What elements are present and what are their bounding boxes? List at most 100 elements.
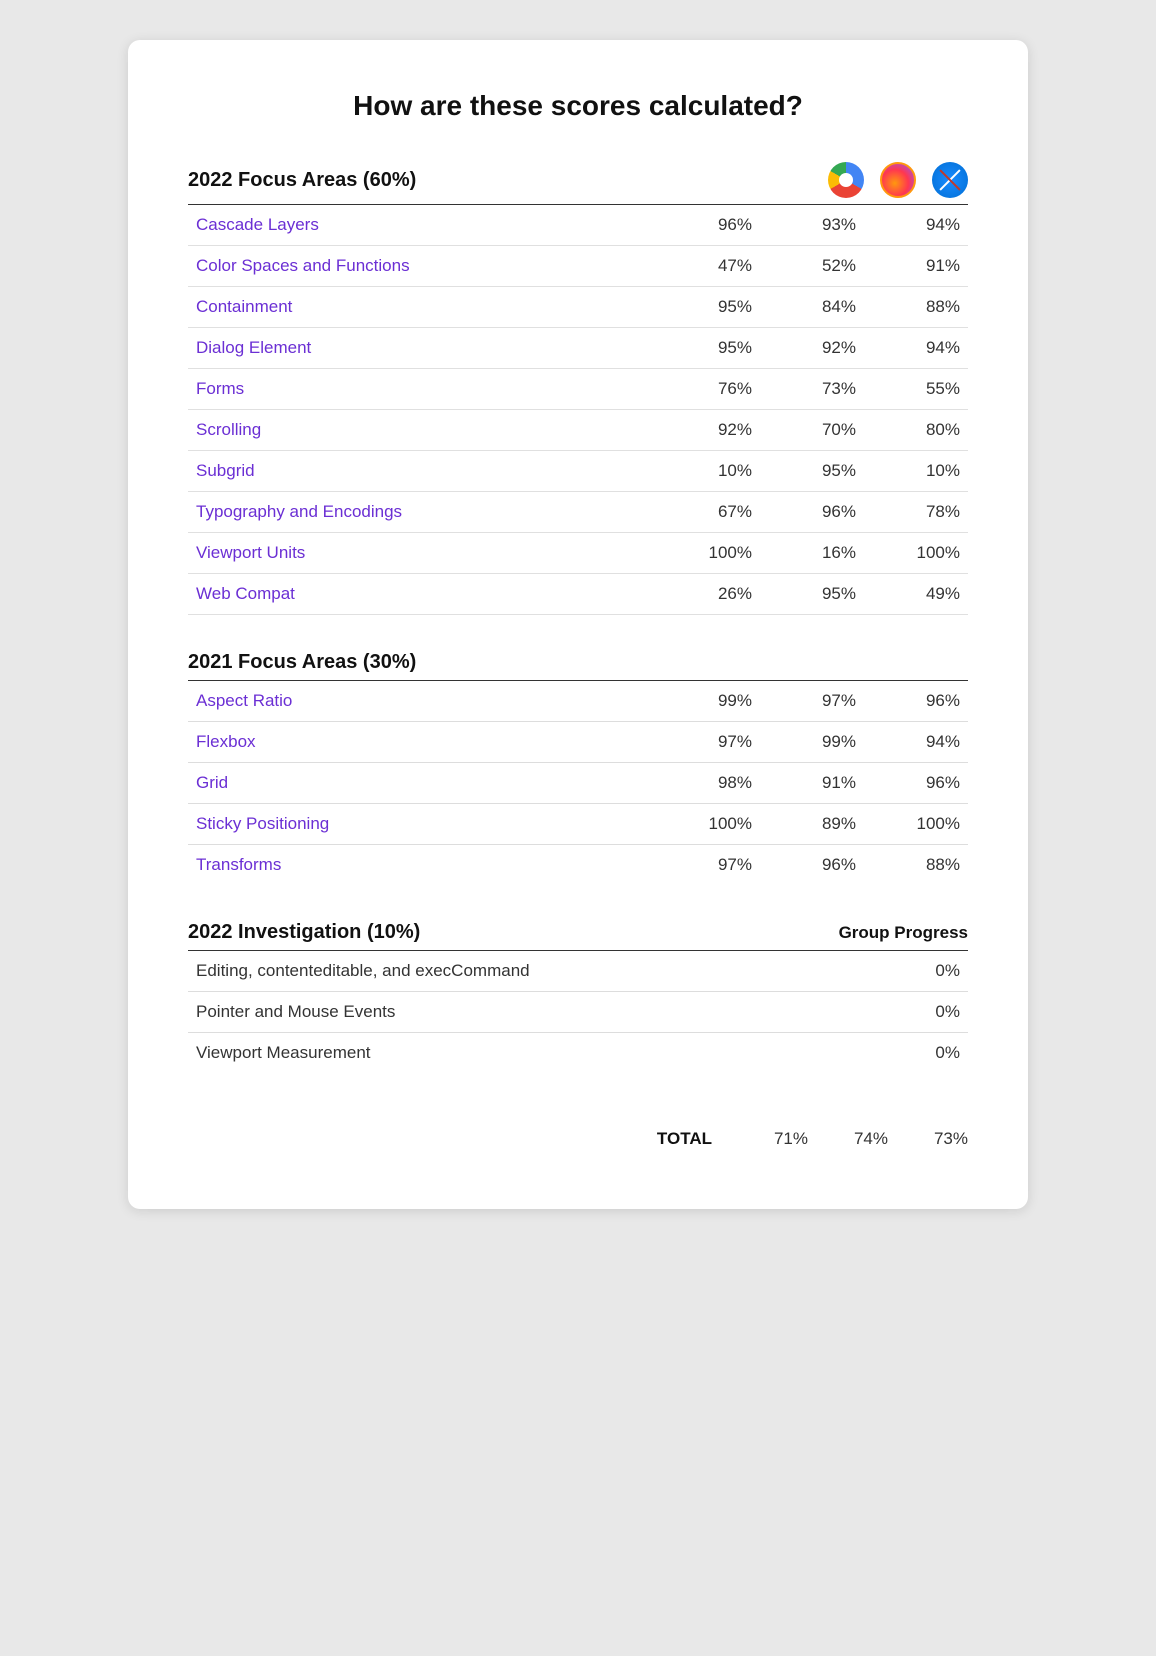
row-value: 94% <box>864 205 968 246</box>
row-value: 95% <box>656 287 760 328</box>
table-row: Color Spaces and Functions47%52%91% <box>188 246 968 287</box>
main-card: How are these scores calculated? 2022 Fo… <box>128 40 1028 1209</box>
chrome-dev-icon <box>828 162 864 198</box>
row-label[interactable]: Subgrid <box>188 451 656 492</box>
row-value: 95% <box>760 574 864 615</box>
row-value: 88% <box>864 287 968 328</box>
page-title: How are these scores calculated? <box>188 90 968 122</box>
row-value: 100% <box>864 804 968 845</box>
row-value: 67% <box>656 492 760 533</box>
table-row: Subgrid10%95%10% <box>188 451 968 492</box>
row-value: 52% <box>760 246 864 287</box>
row-value: 100% <box>656 804 760 845</box>
row-label: Viewport Measurement <box>188 1033 728 1074</box>
table-row: Grid98%91%96% <box>188 763 968 804</box>
table-row: Dialog Element95%92%94% <box>188 328 968 369</box>
row-label[interactable]: Sticky Positioning <box>188 804 656 845</box>
table-row: Typography and Encodings67%96%78% <box>188 492 968 533</box>
table-row: Viewport Measurement 0% <box>188 1033 968 1074</box>
row-value: 100% <box>864 533 968 574</box>
row-value: 26% <box>656 574 760 615</box>
table-row: Transforms97%96%88% <box>188 845 968 886</box>
section-2022-label: 2022 Focus Areas (60%) <box>188 169 708 192</box>
section-2022-focus: 2022 Focus Areas (60%) Cascade Layers96%… <box>188 162 968 615</box>
table-row: Sticky Positioning100%89%100% <box>188 804 968 845</box>
table-row: Forms76%73%55% <box>188 369 968 410</box>
row-label[interactable]: Cascade Layers <box>188 205 656 246</box>
firefox-icon <box>880 162 916 198</box>
row-label[interactable]: Containment <box>188 287 656 328</box>
row-value: 97% <box>760 681 864 722</box>
total-val-1: 71% <box>728 1129 808 1149</box>
row-value: 70% <box>760 410 864 451</box>
row-value: 96% <box>760 845 864 886</box>
investigation-table: Editing, contenteditable, and execComman… <box>188 951 968 1073</box>
table-row: Viewport Units100%16%100% <box>188 533 968 574</box>
section-2022-header-row: 2022 Focus Areas (60%) <box>188 162 968 198</box>
row-value: 78% <box>864 492 968 533</box>
row-label[interactable]: Dialog Element <box>188 328 656 369</box>
row-value: 0% <box>888 951 968 992</box>
row-label[interactable]: Flexbox <box>188 722 656 763</box>
table-row: Web Compat26%95%49% <box>188 574 968 615</box>
row-value: 89% <box>760 804 864 845</box>
row-label[interactable]: Web Compat <box>188 574 656 615</box>
safari-icon <box>932 162 968 198</box>
table-row: Aspect Ratio99%97%96% <box>188 681 968 722</box>
row-value: 16% <box>760 533 864 574</box>
total-val-2: 74% <box>808 1129 888 1149</box>
row-label[interactable]: Typography and Encodings <box>188 492 656 533</box>
row-value: 0% <box>888 1033 968 1074</box>
row-label[interactable]: Transforms <box>188 845 656 886</box>
total-values: 71% 74% 73% <box>728 1129 968 1149</box>
table-row: Flexbox97%99%94% <box>188 722 968 763</box>
row-value: 97% <box>656 722 760 763</box>
row-value: 10% <box>864 451 968 492</box>
investigation-header: 2022 Investigation (10%) Group Progress <box>188 921 968 944</box>
row-value: 97% <box>656 845 760 886</box>
row-value: 92% <box>656 410 760 451</box>
row-value: 95% <box>656 328 760 369</box>
table-row: Scrolling92%70%80% <box>188 410 968 451</box>
table-row: Pointer and Mouse Events 0% <box>188 992 968 1033</box>
row-value: 94% <box>864 328 968 369</box>
row-value: 76% <box>656 369 760 410</box>
group-progress-label: Group Progress <box>839 923 968 943</box>
row-value: 80% <box>864 410 968 451</box>
total-val-3: 73% <box>888 1129 968 1149</box>
row-value: 99% <box>760 722 864 763</box>
browser-icons <box>708 162 968 198</box>
row-label: Pointer and Mouse Events <box>188 992 728 1033</box>
row-label[interactable]: Scrolling <box>188 410 656 451</box>
section-2021-table: Aspect Ratio99%97%96%Flexbox97%99%94%Gri… <box>188 681 968 885</box>
table-row: Cascade Layers96%93%94% <box>188 205 968 246</box>
section-2022-table: Cascade Layers96%93%94%Color Spaces and … <box>188 205 968 615</box>
table-row: Editing, contenteditable, and execComman… <box>188 951 968 992</box>
investigation-label: 2022 Investigation (10%) <box>188 921 420 944</box>
row-label[interactable]: Color Spaces and Functions <box>188 246 656 287</box>
row-label[interactable]: Viewport Units <box>188 533 656 574</box>
row-label[interactable]: Forms <box>188 369 656 410</box>
row-value: 96% <box>864 763 968 804</box>
row-value: 73% <box>760 369 864 410</box>
total-row: TOTAL 71% 74% 73% <box>188 1109 968 1149</box>
row-value: 98% <box>656 763 760 804</box>
row-label[interactable]: Grid <box>188 763 656 804</box>
row-value: 92% <box>760 328 864 369</box>
section-2021-focus: 2021 Focus Areas (30%) Aspect Ratio99%97… <box>188 651 968 885</box>
row-value: 91% <box>760 763 864 804</box>
row-value: 99% <box>656 681 760 722</box>
row-value: 95% <box>760 451 864 492</box>
section-2021-label: 2021 Focus Areas (30%) <box>188 651 968 674</box>
row-value: 84% <box>760 287 864 328</box>
row-value: 47% <box>656 246 760 287</box>
row-value: 94% <box>864 722 968 763</box>
row-label: Editing, contenteditable, and execComman… <box>188 951 728 992</box>
row-label[interactable]: Aspect Ratio <box>188 681 656 722</box>
row-value: 96% <box>656 205 760 246</box>
row-value: 88% <box>864 845 968 886</box>
row-value: 96% <box>760 492 864 533</box>
row-value: 55% <box>864 369 968 410</box>
section-2021-header-row: 2021 Focus Areas (30%) <box>188 651 968 674</box>
row-value: 0% <box>888 992 968 1033</box>
